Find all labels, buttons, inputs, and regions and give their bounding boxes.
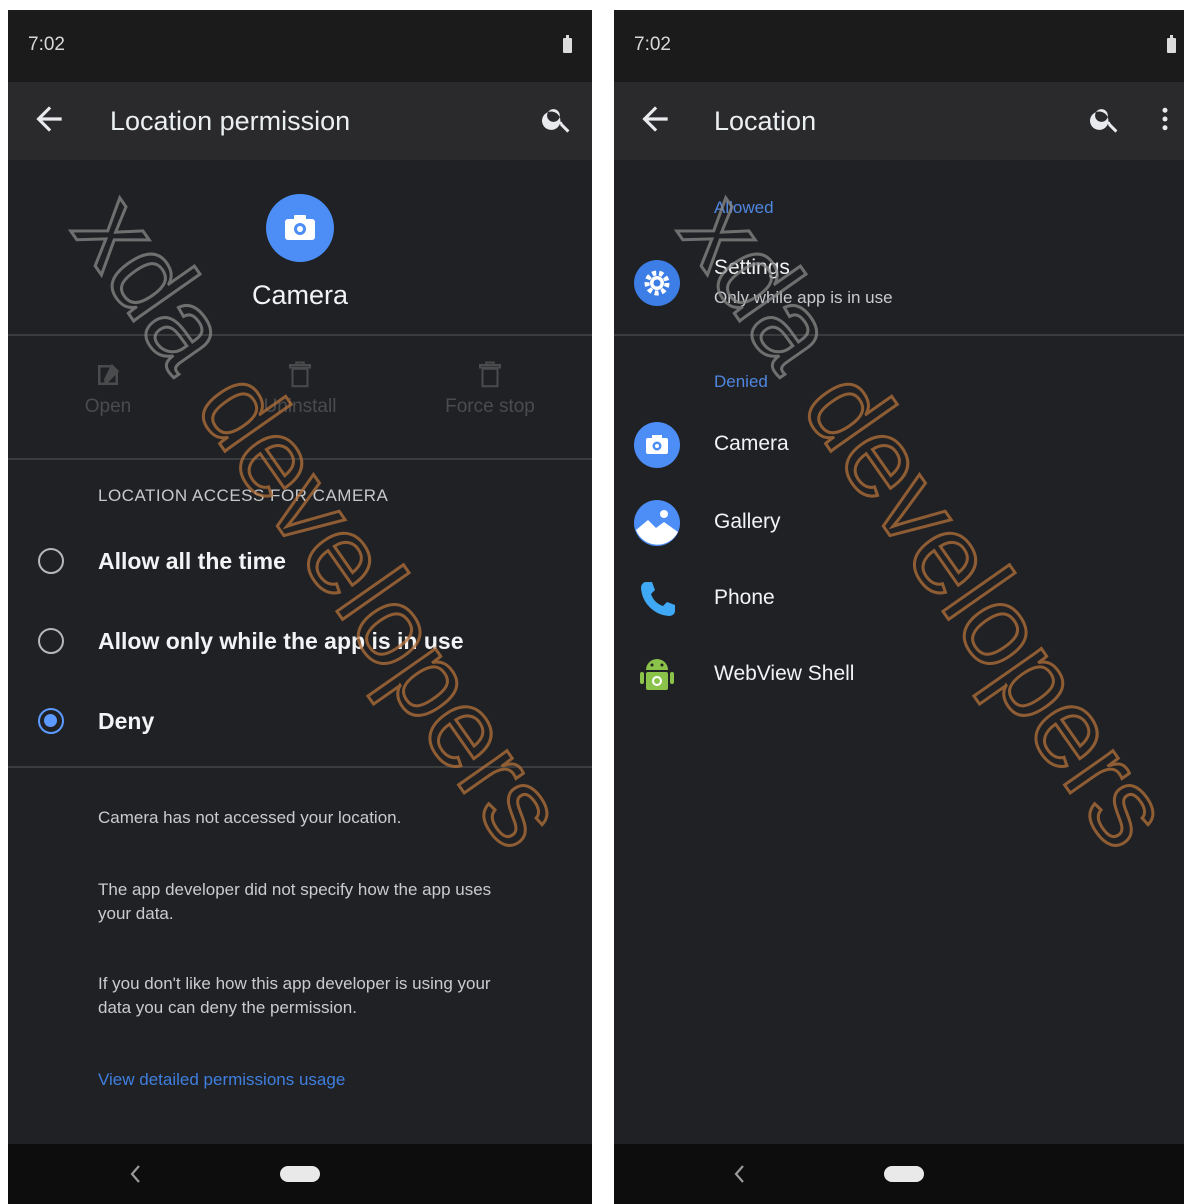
divider <box>8 766 592 768</box>
item-title: Settings <box>714 256 790 279</box>
option-allow-all-the-time[interactable]: Allow all the time <box>8 532 592 594</box>
radio-button-selected[interactable] <box>38 708 64 734</box>
list-item-camera[interactable]: Camera <box>614 410 1184 480</box>
back-arrow-icon[interactable] <box>636 100 674 138</box>
uninstall-label: Uninstall <box>263 396 337 417</box>
location-apps-screen: 7:02 Location Allowed Settings Only whil… <box>614 10 1184 1204</box>
force-stop-label: Force stop <box>445 396 535 417</box>
search-icon[interactable] <box>540 102 574 136</box>
divider <box>614 334 1184 336</box>
open-label: Open <box>84 396 132 417</box>
open-icon <box>98 363 120 385</box>
nav-back-icon[interactable] <box>730 1162 750 1186</box>
list-item-webview-shell[interactable]: WebView Shell <box>614 640 1184 710</box>
navigation-bar <box>614 1144 1184 1204</box>
nav-home-pill[interactable] <box>280 1166 320 1182</box>
option-label: Allow all the time <box>98 548 286 574</box>
camera-icon <box>285 215 315 240</box>
android-icon <box>640 659 674 690</box>
radio-button[interactable] <box>38 548 64 574</box>
nav-back-icon[interactable] <box>126 1162 146 1186</box>
item-title: Phone <box>714 586 775 609</box>
item-subtitle: Only while app is in use <box>714 288 893 307</box>
option-label: Allow only while the app is in use <box>98 628 464 654</box>
phone-icon <box>641 582 675 616</box>
list-item-phone[interactable]: Phone <box>614 564 1184 634</box>
allowed-header: Allowed <box>714 198 774 217</box>
deny-hint: If you don't like how this app developer… <box>98 974 491 1017</box>
force-stop-button[interactable]: Force stop <box>420 360 560 418</box>
location-permission-screen: 7:02 Location permission Camera Open Uni… <box>8 10 592 1204</box>
section-header: LOCATION ACCESS FOR CAMERA <box>98 486 389 505</box>
page-title: Location <box>714 106 817 136</box>
settings-gear-icon <box>634 260 680 306</box>
uninstall-button[interactable]: Uninstall <box>230 360 370 418</box>
app-bar: Location <box>614 82 1184 160</box>
camera-icon <box>634 422 680 468</box>
status-bar: 7:02 <box>8 10 592 82</box>
option-deny[interactable]: Deny <box>8 692 592 754</box>
page-title: Location permission <box>110 106 351 136</box>
option-allow-while-in-use[interactable]: Allow only while the app is in use <box>8 612 592 674</box>
gallery-icon <box>634 500 680 546</box>
search-icon[interactable] <box>1088 102 1122 136</box>
open-button[interactable]: Open <box>38 360 178 418</box>
access-info: Camera has not accessed your location. <box>98 808 402 827</box>
divider <box>8 334 592 336</box>
item-title: WebView Shell <box>714 662 855 685</box>
app-bar: Location permission <box>8 82 592 160</box>
battery-icon <box>563 35 572 53</box>
radio-button[interactable] <box>38 628 64 654</box>
view-permissions-usage-link[interactable]: View detailed permissions usage <box>98 1070 345 1090</box>
status-time: 7:02 <box>634 34 671 55</box>
trash-icon <box>289 361 311 388</box>
status-bar: 7:02 <box>614 10 1184 82</box>
list-item-gallery[interactable]: Gallery <box>614 488 1184 558</box>
back-arrow-icon[interactable] <box>30 100 68 138</box>
camera-app-icon <box>266 194 334 262</box>
nav-home-pill[interactable] <box>884 1166 924 1182</box>
battery-icon <box>1167 35 1176 53</box>
divider <box>8 458 592 460</box>
developer-info: The app developer did not specify how th… <box>98 880 492 923</box>
denied-header: Denied <box>714 372 768 391</box>
stop-icon <box>479 361 501 388</box>
item-title: Gallery <box>714 510 781 533</box>
more-options-icon[interactable] <box>1150 102 1180 136</box>
status-time: 7:02 <box>28 34 65 55</box>
app-name: Camera <box>251 280 349 310</box>
option-label: Deny <box>98 708 155 734</box>
navigation-bar <box>8 1144 592 1204</box>
list-item-settings[interactable]: Settings Only while app is in use <box>614 248 1184 318</box>
item-title: Camera <box>714 432 789 455</box>
